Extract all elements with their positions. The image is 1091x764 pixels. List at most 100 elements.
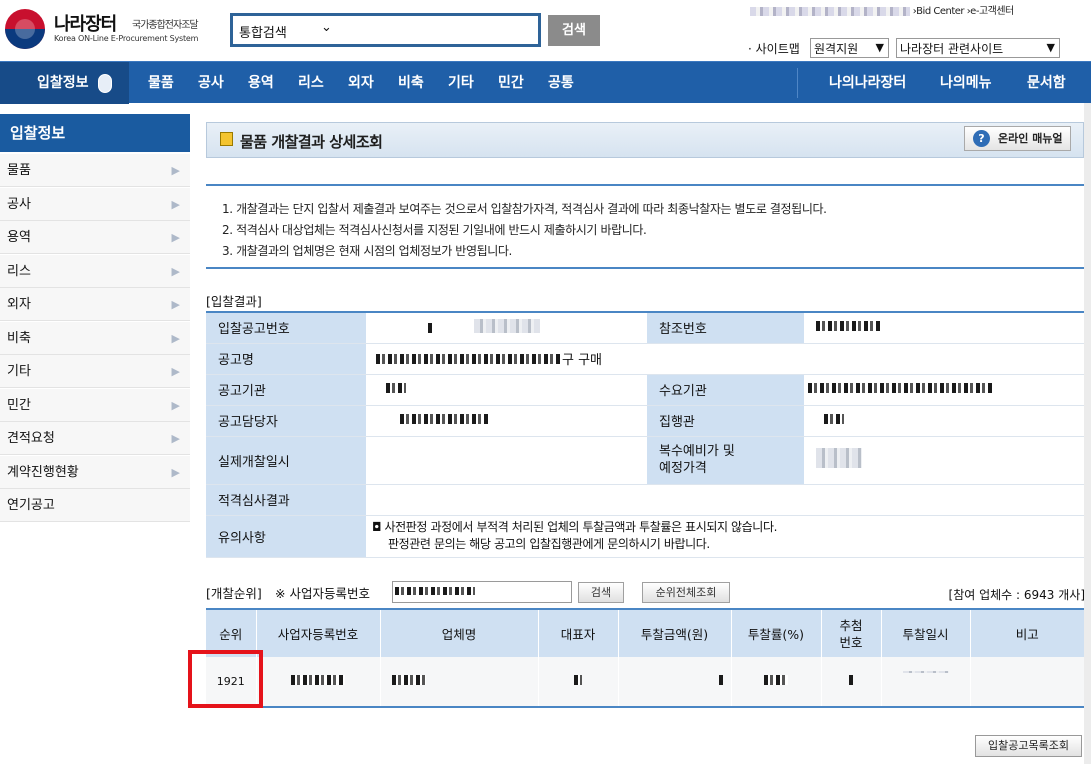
- value-caution: ◘ 사전판정 과정에서 부적격 처리된 업체의 투찰금액과 투찰률은 표시되지 …: [366, 515, 1085, 558]
- cell-bid-datetime: [881, 657, 971, 707]
- mouse-icon: [98, 74, 112, 93]
- label-caution: 유의사항: [206, 515, 366, 558]
- cell-rate: [731, 657, 822, 707]
- sidebar-item-private[interactable]: 민간 ▶: [0, 389, 190, 422]
- cell-bizno: [256, 657, 381, 707]
- value-officer: [366, 405, 647, 437]
- redacted-text: [824, 414, 844, 424]
- value-notice-name-pad: [804, 343, 1085, 375]
- bid-notice-list-button[interactable]: 입찰공고목록조회: [975, 735, 1082, 757]
- chevron-down-icon: ⌄: [321, 20, 332, 35]
- nav-item-foreign[interactable]: 외자: [348, 62, 374, 104]
- sidebar-item-contract-status[interactable]: 계약진행현황 ▶: [0, 456, 190, 489]
- ranking-toolbar: [개찰순위] ※ 사업자등록번호 검색 순위전체조회 [참여 업체수 : 694…: [206, 581, 1085, 609]
- redacted-text: [816, 321, 882, 332]
- search-bar[interactable]: 통합검색 ⌄: [230, 13, 541, 47]
- value-notice-name: 구 구매: [366, 343, 804, 375]
- label-open-datetime: 실제개찰일시: [206, 436, 366, 485]
- chevron-right-icon: ▶: [171, 432, 180, 445]
- redacted-text: [291, 675, 345, 685]
- sidebar-item-etc[interactable]: 기타 ▶: [0, 355, 190, 388]
- table-row[interactable]: 1921: [206, 657, 1085, 707]
- nav-item-common[interactable]: 공통: [548, 62, 574, 104]
- value-agency: [366, 374, 647, 406]
- redacted-text: [395, 587, 475, 595]
- sidebar-item-label: 민간: [7, 398, 31, 413]
- site-header: 나라장터 국가종합전자조달 Korea ON-Line E-Procuremen…: [0, 0, 1091, 60]
- chevron-right-icon: ▶: [171, 298, 180, 311]
- sidebar-item-service[interactable]: 용역 ▶: [0, 221, 190, 254]
- redacted-text: [376, 354, 562, 364]
- redacted-text: [574, 675, 582, 685]
- cell-company[interactable]: [380, 657, 539, 707]
- bizno-label: ※ 사업자등록번호: [275, 586, 370, 601]
- sidebar-item-stockpile[interactable]: 비축 ▶: [0, 322, 190, 355]
- cell-draw-no: [821, 657, 882, 707]
- label-demand-agency: 수요기관: [647, 374, 804, 406]
- help-icon: ?: [973, 130, 990, 147]
- nav-item-private[interactable]: 민간: [498, 62, 524, 104]
- top-utility-links[interactable]: ›Bid Center ›e-고객센터: [750, 2, 1090, 17]
- value-qualification: [366, 484, 1085, 516]
- redacted-text: [428, 322, 432, 333]
- label-multi-price-2: 예정가격: [659, 461, 707, 476]
- nav-item-my-narajangteo[interactable]: 나의나라장터: [829, 62, 906, 104]
- col-company: 업체명: [380, 609, 539, 657]
- main-content: 물품 개찰결과 상세조회 ? 온라인 매뉴얼 1. 개찰결과는 단지 입찰서 제출…: [190, 103, 1091, 764]
- participant-count: [참여 업체수 : 6943 개사]: [948, 588, 1085, 602]
- sidebar-item-lease[interactable]: 리스 ▶: [0, 255, 190, 288]
- caution-line: 판정관련 문의는 해당 공고의 입찰집행관에게 문의하시기 바랍니다.: [388, 537, 710, 551]
- sidebar-item-label: 리스: [7, 264, 31, 279]
- nav-item-lease[interactable]: 리스: [298, 62, 324, 104]
- brand-subtitle: 국가종합전자조달: [132, 20, 199, 31]
- caution-line: ◘ 사전판정 과정에서 부적격 처리된 업체의 투찰금액과 투찰률은 표시되지 …: [372, 520, 777, 534]
- online-manual-button[interactable]: ? 온라인 매뉴얼: [964, 126, 1071, 151]
- chevron-right-icon: ▶: [171, 164, 180, 177]
- top-links-tail[interactable]: ›Bid Center ›e-고객센터: [913, 6, 1015, 17]
- notice-name-tail: 구 구매: [562, 353, 603, 368]
- sidebar-item-foreign[interactable]: 외자 ▶: [0, 288, 190, 321]
- col-ceo: 대표자: [538, 609, 619, 657]
- notice-line: 3. 개찰결과의 업체명은 현재 시점의 업체정보가 반영됩니다.: [222, 244, 512, 258]
- sidebar-title: 입찰정보: [0, 114, 190, 152]
- search-button[interactable]: 검색: [548, 15, 600, 46]
- nav-separator: [797, 68, 798, 98]
- sidebar: 입찰정보 물품 ▶ 공사 ▶ 용역 ▶ 리스 ▶ 외자 ▶ 비축 ▶ 기타 ▶ 민간 ▶ 견적요…: [0, 114, 190, 764]
- chevron-right-icon: ▶: [171, 231, 180, 244]
- sidebar-item-quote-request[interactable]: 견적요청 ▶: [0, 422, 190, 455]
- ranking-search-button[interactable]: 검색: [578, 582, 624, 603]
- sitemap-link[interactable]: · 사이트맵: [748, 40, 800, 57]
- related-sites-select[interactable]: 나라장터 관련사이트 ▼: [896, 38, 1060, 58]
- brand-english: Korea ON-Line E-Procurement System: [54, 34, 199, 43]
- government-logo-icon[interactable]: [5, 9, 45, 49]
- sidebar-item-goods[interactable]: 물품 ▶: [0, 154, 190, 187]
- chevron-right-icon: ▶: [171, 365, 180, 378]
- remote-support-select[interactable]: 원격지원 ▼: [810, 38, 889, 58]
- nav-item-document-box[interactable]: 문서함: [1027, 62, 1066, 104]
- nav-home-bid-info[interactable]: 입찰정보: [0, 62, 129, 104]
- redacted-text: [474, 318, 540, 333]
- pencil-icon: [220, 132, 233, 146]
- redacted-text: [849, 675, 853, 685]
- ranking-all-button[interactable]: 순위전체조회: [642, 582, 730, 603]
- sidebar-item-postponed[interactable]: 연기공고: [0, 489, 190, 522]
- search-scope-select[interactable]: 통합검색: [239, 22, 287, 41]
- brand-name[interactable]: 나라장터: [54, 10, 117, 36]
- sidebar-item-construction[interactable]: 공사 ▶: [0, 188, 190, 221]
- cell-amount: [618, 657, 732, 707]
- nav-item-service[interactable]: 용역: [248, 62, 274, 104]
- nav-item-construction[interactable]: 공사: [198, 62, 224, 104]
- page-title: 물품 개찰결과 상세조회: [240, 133, 383, 151]
- nav-item-my-menu[interactable]: 나의메뉴: [940, 62, 992, 104]
- nav-item-stockpile[interactable]: 비축: [398, 62, 424, 104]
- bizno-input[interactable]: [392, 581, 572, 603]
- redacted-text: [386, 383, 406, 393]
- nav-item-goods[interactable]: 물품: [148, 62, 174, 104]
- col-amount: 투찰금액(원): [618, 609, 732, 657]
- sidebar-item-label: 연기공고: [7, 498, 55, 513]
- chevron-right-icon: ▶: [171, 265, 180, 278]
- nav-item-etc[interactable]: 기타: [448, 62, 474, 104]
- chevron-right-icon: ▶: [171, 466, 180, 479]
- chevron-down-icon: ▼: [1046, 41, 1055, 54]
- ranking-table: 순위 사업자등록번호 업체명 대표자 투찰금액(원) 투찰률(%) 추첨 번호 …: [206, 608, 1085, 708]
